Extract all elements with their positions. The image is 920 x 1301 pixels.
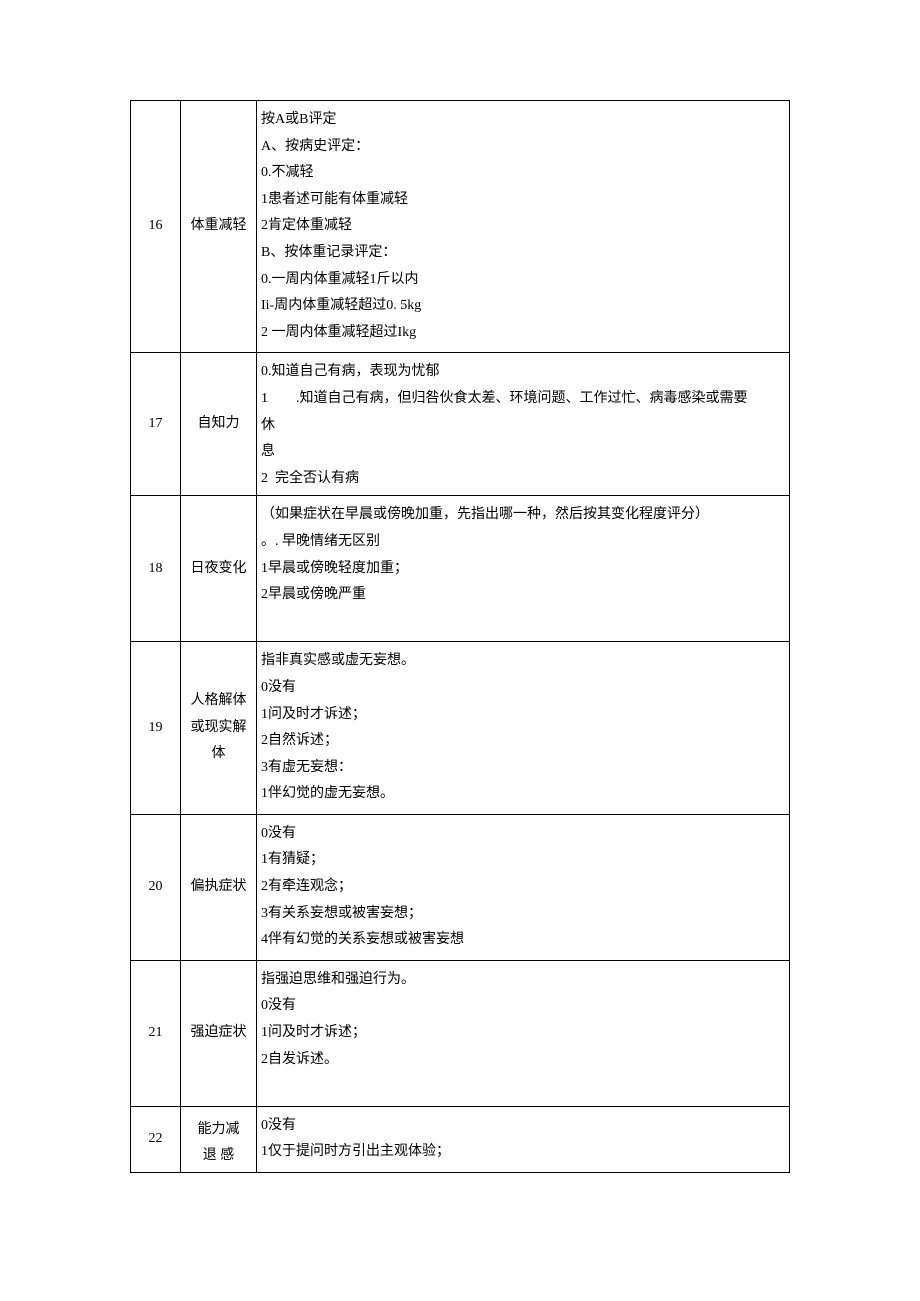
item-description: 指非真实感或虚无妄想。0没有1问及时才诉述；2自然诉述；3有虚无妄想：1伴幻觉的…	[257, 642, 790, 815]
description-line: B、按体重记录评定：	[261, 240, 785, 267]
table-row: 22能力减退 感0没有1仅于提问时方引出主观体验；	[131, 1106, 790, 1172]
description-line: Ii-周内体重减轻超过0. 5kg	[261, 293, 785, 320]
description-line	[261, 609, 785, 636]
item-name: 强迫症状	[181, 960, 257, 1106]
table-row: 21强迫症状指强迫思维和强迫行为。0没有1问及时才诉述；2自发诉述。	[131, 960, 790, 1106]
description-line: 3有关系妄想或被害妄想；	[261, 901, 785, 928]
description-line: 2自然诉述；	[261, 728, 785, 755]
description-line: 2自发诉述。	[261, 1047, 785, 1074]
item-name: 能力减退 感	[181, 1106, 257, 1172]
description-line: 指强迫思维和强迫行为。	[261, 967, 785, 994]
table-row: 20偏执症状0没有1有猜疑；2有牵连观念；3有关系妄想或被害妄想；4伴有幻觉的关…	[131, 814, 790, 960]
table-row: 18日夜变化（如果症状在早晨或傍晚加重，先指出哪一种，然后按其变化程度评分）。.…	[131, 496, 790, 642]
description-line: 0没有	[261, 993, 785, 1020]
description-line: 0.知道自己有病，表现为忧郁	[261, 359, 785, 386]
item-number: 20	[131, 814, 181, 960]
item-name: 体重减轻	[181, 101, 257, 353]
item-description: 指强迫思维和强迫行为。0没有1问及时才诉述；2自发诉述。	[257, 960, 790, 1106]
description-line: 0没有	[261, 821, 785, 848]
item-description: 0.知道自己有病，表现为忧郁1 .知道自己有病，但归咎伙食太差、环境问题、工作过…	[257, 353, 790, 496]
description-line: 2 完全否认有病	[261, 466, 785, 490]
description-line: 1问及时才诉述；	[261, 702, 785, 729]
item-description: 0没有1仅于提问时方引出主观体验；	[257, 1106, 790, 1172]
description-line: 按A或B评定	[261, 107, 785, 134]
description-line: 3有虚无妄想：	[261, 755, 785, 782]
item-description: （如果症状在早晨或傍晚加重，先指出哪一种，然后按其变化程度评分）。. 早晚情绪无…	[257, 496, 790, 642]
item-number: 21	[131, 960, 181, 1106]
table-row: 17自知力0.知道自己有病，表现为忧郁1 .知道自己有病，但归咎伙食太差、环境问…	[131, 353, 790, 496]
rating-scale-table: 16体重减轻按A或B评定A、按病史评定：0.不减轻1患者述可能有体重减轻2肯定体…	[130, 100, 790, 1173]
table-row: 19人格解体或现实解体指非真实感或虚无妄想。0没有1问及时才诉述；2自然诉述；3…	[131, 642, 790, 815]
item-number: 22	[131, 1106, 181, 1172]
description-line	[261, 1073, 785, 1100]
description-line: 息	[261, 439, 785, 466]
item-number: 19	[131, 642, 181, 815]
description-line: 0.一周内体重减轻1斤以内	[261, 267, 785, 294]
description-line: 0.不减轻	[261, 160, 785, 187]
description-line: 1 .知道自己有病，但归咎伙食太差、环境问题、工作过忙、病毒感染或需要	[261, 386, 785, 413]
description-line: （如果症状在早晨或傍晚加重，先指出哪一种，然后按其变化程度评分）	[261, 502, 785, 529]
description-line: 1伴幻觉的虚无妄想。	[261, 781, 785, 808]
description-line: 1问及时才诉述；	[261, 1020, 785, 1047]
description-line: 休	[261, 413, 785, 440]
description-line: 0没有	[261, 1113, 785, 1140]
item-name: 偏执症状	[181, 814, 257, 960]
description-line: 2肯定体重减轻	[261, 213, 785, 240]
item-description: 按A或B评定A、按病史评定：0.不减轻1患者述可能有体重减轻2肯定体重减轻B、按…	[257, 101, 790, 353]
description-line: 1患者述可能有体重减轻	[261, 187, 785, 214]
description-line: 1早晨或傍晚轻度加重；	[261, 556, 785, 583]
description-line: 指非真实感或虚无妄想。	[261, 648, 785, 675]
item-name: 人格解体或现实解体	[181, 642, 257, 815]
item-name: 日夜变化	[181, 496, 257, 642]
item-number: 17	[131, 353, 181, 496]
item-number: 18	[131, 496, 181, 642]
item-name: 自知力	[181, 353, 257, 496]
description-line: 2有牵连观念；	[261, 874, 785, 901]
description-line: 2 一周内体重减轻超过Ikg	[261, 320, 785, 347]
item-number: 16	[131, 101, 181, 353]
item-description: 0没有1有猜疑；2有牵连观念；3有关系妄想或被害妄想；4伴有幻觉的关系妄想或被害…	[257, 814, 790, 960]
description-line: 1仅于提问时方引出主观体验；	[261, 1139, 785, 1166]
description-line: 。. 早晚情绪无区别	[261, 529, 785, 556]
description-line: 0没有	[261, 675, 785, 702]
table-row: 16体重减轻按A或B评定A、按病史评定：0.不减轻1患者述可能有体重减轻2肯定体…	[131, 101, 790, 353]
description-line: A、按病史评定：	[261, 134, 785, 161]
description-line: 4伴有幻觉的关系妄想或被害妄想	[261, 927, 785, 954]
description-line: 2早晨或傍晚严重	[261, 582, 785, 609]
description-line: 1有猜疑；	[261, 847, 785, 874]
